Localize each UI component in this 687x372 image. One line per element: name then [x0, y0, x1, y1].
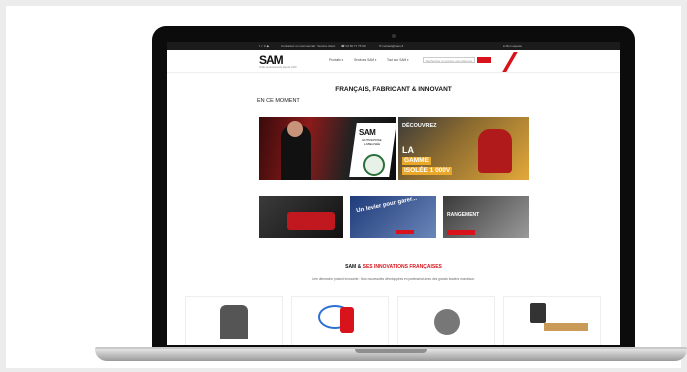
innovations-title: SAM & SES INNOVATIONS FRANÇAISES [167, 264, 620, 270]
innovations-title-red: SES INNOVATIONS FRANÇAISES [362, 264, 442, 270]
banner-line-1: DÉCOUVREZ [402, 123, 437, 129]
product-card-2[interactable] [291, 296, 389, 345]
logo-tagline: Outils professionnels depuis 1920 [259, 66, 297, 69]
label-badge-icon [363, 154, 385, 176]
camera-icon [392, 34, 396, 38]
nav-produits[interactable]: Produits ▾ [329, 58, 343, 62]
laptop-screen-bezel: f ✓ in ▶ Contactez un commercial : Servi… [152, 26, 635, 351]
email-link[interactable]: ✉ contact@sam.fr [379, 43, 403, 49]
banner-line-3: GAMME [402, 157, 431, 165]
sam-logo[interactable]: SAM [259, 53, 284, 67]
banner-entreprise-labelisee[interactable]: SAM ENTREPRISE LABELISÉE [259, 117, 396, 180]
promo-tile-3[interactable]: RANGEMENT [443, 196, 529, 238]
tile-2-tag [396, 230, 414, 234]
innovations-text: Une démarche produit innovante : Nos nou… [312, 277, 475, 281]
banner-line-4: ISOLÉE 1 000V [402, 167, 453, 175]
banner-gamme-isolee[interactable]: DÉCOUVREZ LA GAMME ISOLÉE 1 000V [398, 117, 529, 180]
nav-services[interactable]: Services SAM ▾ [354, 58, 377, 62]
topbar-contact-text: Contactez un commercial : Service client [281, 44, 336, 48]
promo-tile-1[interactable] [259, 196, 343, 238]
tile-3-tag [447, 230, 475, 235]
card-text: ENTREPRISE LABELISÉE [362, 138, 382, 146]
product-4-image [530, 303, 546, 323]
toolcase-image [287, 212, 335, 230]
tile-2-text: Un levier pour garer... [355, 196, 418, 215]
product-card-1[interactable] [185, 296, 283, 345]
search-button[interactable] [477, 57, 491, 63]
social-icons[interactable]: f ✓ in ▶ [259, 43, 270, 49]
website-screen: f ✓ in ▶ Contactez un commercial : Servi… [167, 42, 620, 345]
promo-tile-2[interactable]: Un levier pour garer... [350, 196, 436, 238]
product-2-image [340, 307, 354, 333]
nav-tout-sur-sam[interactable]: Tout sur SAM ▾ [387, 58, 409, 62]
product-1-image [220, 305, 248, 339]
innovations-title-prefix: SAM & [345, 264, 363, 270]
site-header: SAM Outils professionnels depuis 1920 Pr… [167, 50, 620, 73]
account-link[interactable]: ● Mon espace [503, 43, 522, 49]
brand-slash-decoration [502, 52, 518, 72]
search-input[interactable]: Rechercher un produit, une référence [423, 57, 475, 63]
card-logo: SAM [359, 128, 376, 137]
product-card-3[interactable] [397, 296, 495, 345]
banner-line-2: LA [402, 145, 414, 155]
product-card-4[interactable] [503, 296, 601, 345]
page-heading: FRANÇAIS, FABRICANT & INNOVANT [335, 86, 452, 93]
laptop-notch [355, 349, 427, 353]
product-3-image [434, 309, 460, 335]
tile-3-text: RANGEMENT [447, 212, 480, 218]
phone-link[interactable]: ☎ 04 50 77 75 00 [341, 43, 366, 49]
section-subheading: EN CE MOMENT [257, 98, 300, 104]
worker-head-image [287, 121, 303, 137]
tool-image [478, 129, 512, 173]
top-bar: f ✓ in ▶ Contactez un commercial : Servi… [167, 42, 620, 50]
product-4-table-image [544, 323, 588, 331]
